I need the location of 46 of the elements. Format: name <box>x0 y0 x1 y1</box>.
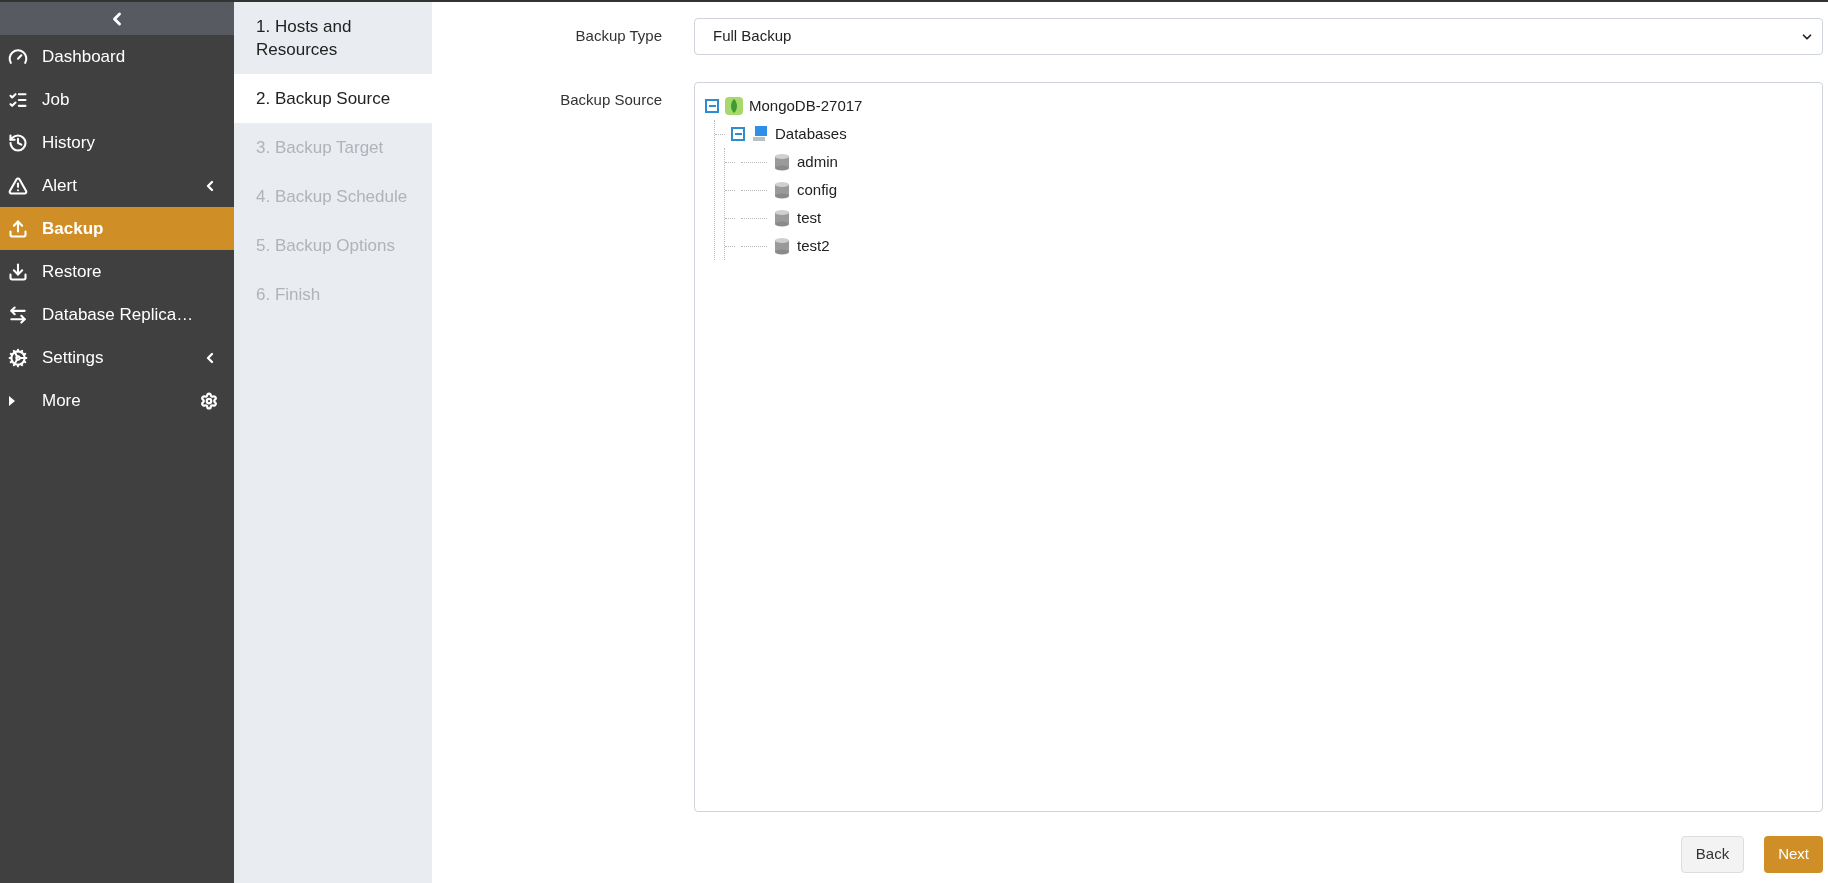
tree-node-label[interactable]: test2 <box>797 234 830 258</box>
sidebar-label: Dashboard <box>42 45 127 68</box>
gauge-icon <box>8 46 28 67</box>
sidebar-label: Restore <box>42 260 103 283</box>
sidebar-item[interactable]: Restore <box>0 250 234 293</box>
gears-icon <box>8 347 28 368</box>
sidebar-item[interactable]: Dashboard <box>0 35 234 78</box>
database-icon <box>773 237 791 255</box>
sidebar-label: History <box>42 131 96 154</box>
field-label: Backup Type <box>574 26 663 47</box>
sidebar-label: Job <box>42 88 71 111</box>
warning-icon <box>8 175 28 196</box>
wizard-step[interactable]: 2. Backup Source <box>234 74 432 123</box>
sidebar-label: Settings <box>42 346 105 369</box>
tree-node-label[interactable]: admin <box>797 150 838 174</box>
computer-icon <box>751 125 769 143</box>
sidebar-label: Database Replica… <box>42 303 195 326</box>
settings-icon[interactable] <box>200 391 218 410</box>
database-icon <box>773 181 791 199</box>
database-icon <box>773 209 791 227</box>
back-button[interactable]: Back <box>1680 836 1745 873</box>
wizard-step[interactable]: 1. Hosts and Resources <box>234 2 432 74</box>
tree-node-label[interactable]: config <box>797 178 838 202</box>
sidebar-item[interactable]: History <box>0 121 234 164</box>
sidebar-item[interactable]: Database Replica… <box>0 293 234 336</box>
caret-icon <box>8 394 16 407</box>
sidebar-item[interactable]: More <box>0 379 234 422</box>
database-icon <box>773 153 791 171</box>
tree-node-label[interactable]: test <box>797 206 822 230</box>
sidebar-label: More <box>42 389 82 412</box>
history-icon <box>8 132 28 153</box>
field-label: Backup Source <box>559 90 663 110</box>
collapse-toggle[interactable] <box>705 99 719 113</box>
tree-node-label[interactable]: MongoDB-27017 <box>749 94 863 118</box>
sidebar-item[interactable]: Alert <box>0 164 234 207</box>
sidebar-label: Alert <box>42 174 78 197</box>
backup-type-select[interactable]: Full Backup <box>694 18 1823 55</box>
arrows-icon <box>8 304 28 325</box>
sidebar-item[interactable]: Settings <box>0 336 234 379</box>
collapse-toggle[interactable] <box>731 127 745 141</box>
tree-node-label[interactable]: Databases <box>775 122 847 146</box>
upload-icon <box>8 218 28 239</box>
download-icon <box>8 261 28 282</box>
sidebar-item[interactable]: Job <box>0 78 234 121</box>
leaf-icon <box>725 97 743 115</box>
sidebar-label: Backup <box>42 217 105 240</box>
